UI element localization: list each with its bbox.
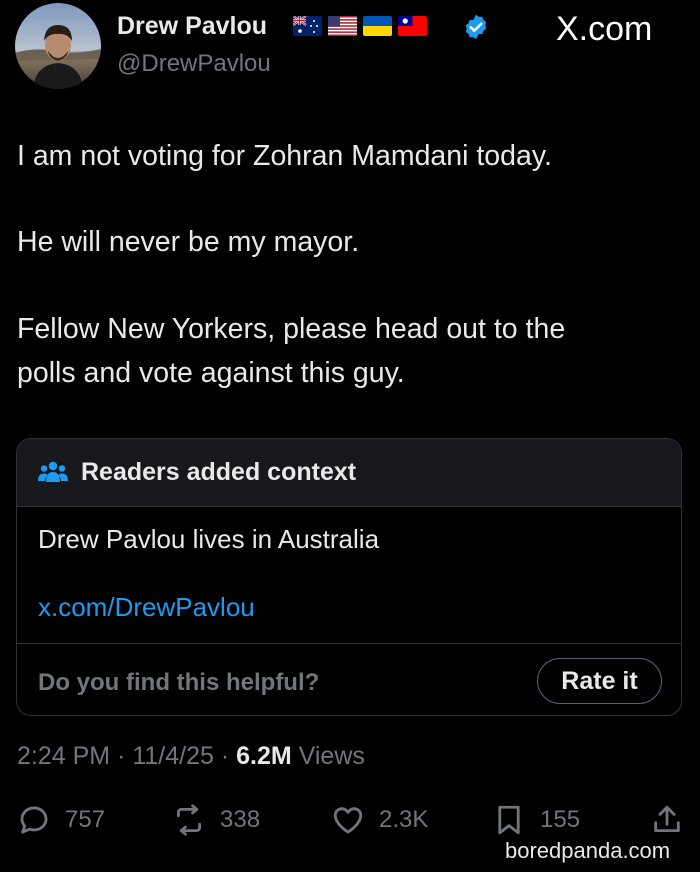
tweet-time[interactable]: 2:24 PM [17,742,110,770]
tweet-date[interactable]: 11/4/25 [132,742,214,770]
heart-icon [333,807,363,834]
watermark-label: boredpanda.com [505,838,671,863]
people-icon [38,461,68,482]
views-label: Views [298,742,365,770]
share-button[interactable] [650,803,684,837]
meta-separator: · [110,742,133,770]
brand-label: X.com [556,10,653,48]
views-count: 6.2M [236,742,292,770]
repost-count: 338 [220,806,261,833]
verified-badge-icon[interactable] [462,13,490,41]
helpful-question: Do you find this helpful? [38,669,320,696]
australia-flag-icon [293,16,322,36]
reply-button[interactable]: 757 [17,803,105,837]
taiwan-flag-icon [398,16,427,36]
tweet-text-line-1: I am not voting for Zohran Mamdani today… [17,140,552,172]
context-title: Readers added context [81,458,357,486]
tweet-text-line-2: He will never be my mayor. [17,226,360,258]
reply-count: 757 [65,806,106,833]
author-name[interactable]: Drew Pavlou [117,12,267,41]
context-text: Drew Pavlou lives in Australia [38,524,380,554]
meta-separator: · [213,742,237,770]
bookmark-count: 155 [540,806,581,833]
rate-it-button[interactable]: Rate it [537,658,662,704]
bookmark-button[interactable]: 155 [492,803,580,837]
reply-icon [20,806,48,834]
share-icon [654,805,680,833]
readers-context-card: Readers added context Drew Pavlou lives … [16,438,682,716]
like-count: 2.3K [379,806,429,833]
context-source-link[interactable]: x.com/DrewPavlou [38,592,255,623]
repost-button[interactable]: 338 [172,803,260,837]
bookmark-icon [498,805,520,835]
divider [17,643,681,644]
tweet-text-line-4: polls and vote against this guy. [17,357,405,389]
tweet-meta: 2:24 PM · 11/4/25 · 6.2M Views [17,742,365,771]
flag-emojis [293,16,427,36]
author-handle[interactable]: @DrewPavlou [117,50,271,78]
avatar[interactable] [15,3,101,89]
ukraine-flag-icon [363,16,392,36]
repost-icon [176,804,202,836]
usa-flag-icon [328,16,357,36]
tweet-text-line-3: Fellow New Yorkers, please head out to t… [17,313,566,345]
like-button[interactable]: 2.3K [331,803,428,837]
